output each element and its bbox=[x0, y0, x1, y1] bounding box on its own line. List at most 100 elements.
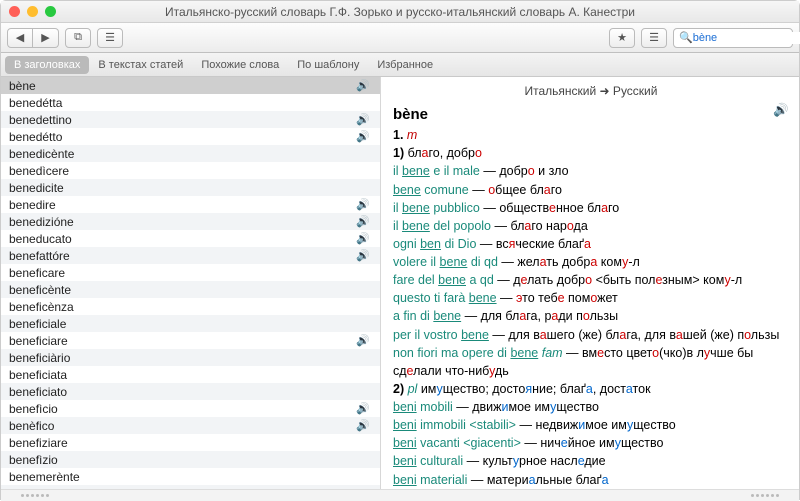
sound-icon[interactable]: 🔊 bbox=[356, 215, 370, 228]
favorite-button[interactable]: ★ bbox=[609, 28, 635, 48]
panel-button[interactable]: ☰ bbox=[641, 28, 667, 48]
example-line: questo ti farà bene — это тебе поможет bbox=[393, 289, 789, 307]
example-line: beni vacanti <giacenti> — ничейное имуще… bbox=[393, 434, 789, 452]
list-item[interactable]: beneficiale bbox=[1, 315, 380, 332]
word-label: benemerènza bbox=[9, 487, 82, 490]
toolbar: ◀ ▶ ⧉ ☰ ★ ☰ 🔍 ⓧ bbox=[1, 23, 799, 53]
list-item[interactable]: benedétto 🔊 bbox=[1, 128, 380, 145]
word-label: benedicènte bbox=[9, 147, 74, 161]
list-item[interactable]: benedizióne 🔊 bbox=[1, 213, 380, 230]
sound-icon[interactable]: 🔊 bbox=[356, 419, 370, 432]
search-input[interactable] bbox=[693, 32, 800, 44]
list-item[interactable]: benefattóre 🔊 bbox=[1, 247, 380, 264]
word-list[interactable]: bène🔊benedéttabenedettino🔊benedétto🔊bene… bbox=[1, 77, 381, 489]
list-item[interactable]: beneficènte bbox=[1, 281, 380, 298]
word-label: benefiziare bbox=[9, 436, 68, 450]
word-label: benefìcio bbox=[9, 402, 58, 416]
word-label: benedétto bbox=[9, 130, 62, 144]
word-label: benefìzio bbox=[9, 453, 58, 467]
list-item[interactable]: benedétta bbox=[1, 94, 380, 111]
word-label: beneficènte bbox=[9, 283, 71, 297]
clipboard-button[interactable]: ⧉ bbox=[65, 28, 91, 48]
sound-icon[interactable]: 🔊 bbox=[356, 130, 370, 143]
example-line: per il vostro bene — для вашего (же) бла… bbox=[393, 326, 789, 344]
list-item[interactable]: benefìcio 🔊 bbox=[1, 400, 380, 417]
list-item[interactable]: beneficènza bbox=[1, 298, 380, 315]
list-item[interactable]: benèfico 🔊 bbox=[1, 417, 380, 434]
word-label: benemerènte bbox=[9, 470, 80, 484]
word-label: benedettino bbox=[9, 113, 72, 127]
list-item[interactable]: benemerènte bbox=[1, 468, 380, 485]
headword: bène bbox=[393, 104, 789, 126]
word-label: beneficènza bbox=[9, 300, 74, 314]
list-item[interactable]: benedettino 🔊 bbox=[1, 111, 380, 128]
word-label: beneficare bbox=[9, 266, 65, 280]
sound-icon[interactable]: 🔊 bbox=[773, 101, 789, 119]
list-item[interactable]: beneficiàrio bbox=[1, 349, 380, 366]
word-label: benèfico bbox=[9, 419, 54, 433]
minimize-window-button[interactable] bbox=[27, 6, 38, 17]
list-item[interactable]: beneficiato bbox=[1, 383, 380, 400]
sound-icon[interactable]: 🔊 bbox=[356, 113, 370, 126]
example-line: bene comune — общее благо bbox=[393, 181, 789, 199]
list-item[interactable]: benedìcere bbox=[1, 162, 380, 179]
list-item[interactable]: beneficiata bbox=[1, 366, 380, 383]
word-label: beneducato bbox=[9, 232, 72, 246]
entry-direction: Итальянский ➜ Русский bbox=[393, 83, 789, 104]
word-label: bène bbox=[9, 79, 36, 93]
word-label: benedizióne bbox=[9, 215, 74, 229]
word-label: beneficiata bbox=[9, 368, 67, 382]
entry-pane[interactable]: Итальянский ➜ Русский🔊bène1. m1) благо, … bbox=[381, 77, 799, 489]
list-item[interactable]: beneficare bbox=[1, 264, 380, 281]
back-button[interactable]: ◀ bbox=[7, 28, 33, 48]
tab-Избранное[interactable]: Избранное bbox=[368, 56, 442, 74]
forward-button[interactable]: ▶ bbox=[33, 28, 59, 48]
example-line: il bene del popolo — благо народа bbox=[393, 217, 789, 235]
list-item[interactable]: benefìzio bbox=[1, 451, 380, 468]
list-button[interactable]: ☰ bbox=[97, 28, 123, 48]
example-line: beni mobili — движимое имущество bbox=[393, 398, 789, 416]
part-of-speech: m bbox=[407, 128, 417, 142]
window-titlebar: Итальянско-русский словарь Г.Ф. Зорько и… bbox=[1, 1, 799, 23]
word-label: beneficiare bbox=[9, 334, 68, 348]
tab-В-заголовках[interactable]: В заголовках bbox=[5, 56, 89, 74]
example-line: beni culturali — культурное наследие bbox=[393, 452, 789, 470]
word-label: beneficiato bbox=[9, 385, 67, 399]
word-label: benedicite bbox=[9, 181, 64, 195]
word-label: beneficiàrio bbox=[9, 351, 70, 365]
word-label: benedire bbox=[9, 198, 56, 212]
list-item[interactable]: benedire 🔊 bbox=[1, 196, 380, 213]
list-item[interactable]: bène 🔊 bbox=[1, 77, 380, 94]
list-item[interactable]: benedicènte bbox=[1, 145, 380, 162]
sound-icon[interactable]: 🔊 bbox=[356, 249, 370, 262]
search-field[interactable]: 🔍 ⓧ bbox=[673, 28, 793, 48]
close-window-button[interactable] bbox=[9, 6, 20, 17]
example-line: non fiori ma opere di bene fam — вместо … bbox=[393, 344, 789, 380]
tab-В-текстах-статей[interactable]: В текстах статей bbox=[89, 56, 192, 74]
list-item[interactable]: benedicite bbox=[1, 179, 380, 196]
tab-Похожие-слова[interactable]: Похожие слова bbox=[192, 56, 288, 74]
word-label: benefattóre bbox=[9, 249, 70, 263]
tab-По-шаблону[interactable]: По шаблону bbox=[288, 56, 368, 74]
list-item[interactable]: benemerènza bbox=[1, 485, 380, 489]
example-line: fare del bene a qd — делать добро <быть … bbox=[393, 271, 789, 289]
word-label: benedìcere bbox=[9, 164, 69, 178]
example-line: il bene e il male — добро и зло bbox=[393, 162, 789, 180]
window-title: Итальянско-русский словарь Г.Ф. Зорько и… bbox=[1, 5, 799, 19]
list-item[interactable]: beneficiare 🔊 bbox=[1, 332, 380, 349]
sound-icon[interactable]: 🔊 bbox=[356, 334, 370, 347]
list-item[interactable]: benefiziare bbox=[1, 434, 380, 451]
sound-icon[interactable]: 🔊 bbox=[356, 198, 370, 211]
example-line: ogni ben di Dio — всяческие блаґа bbox=[393, 235, 789, 253]
sound-icon[interactable]: 🔊 bbox=[356, 79, 370, 92]
example-line: beni immobili <stabili> — недвижимое иму… bbox=[393, 416, 789, 434]
example-line: volere il bene di qd — желать добра кому… bbox=[393, 253, 789, 271]
search-icon: 🔍 bbox=[679, 31, 693, 44]
zoom-window-button[interactable] bbox=[45, 6, 56, 17]
sound-icon[interactable]: 🔊 bbox=[356, 232, 370, 245]
list-item[interactable]: beneducato 🔊 bbox=[1, 230, 380, 247]
tab-bar: В заголовкахВ текстах статейПохожие слов… bbox=[1, 53, 799, 77]
sound-icon[interactable]: 🔊 bbox=[356, 402, 370, 415]
example-line: il bene pubblico — общественное благо bbox=[393, 199, 789, 217]
word-label: beneficiale bbox=[9, 317, 66, 331]
